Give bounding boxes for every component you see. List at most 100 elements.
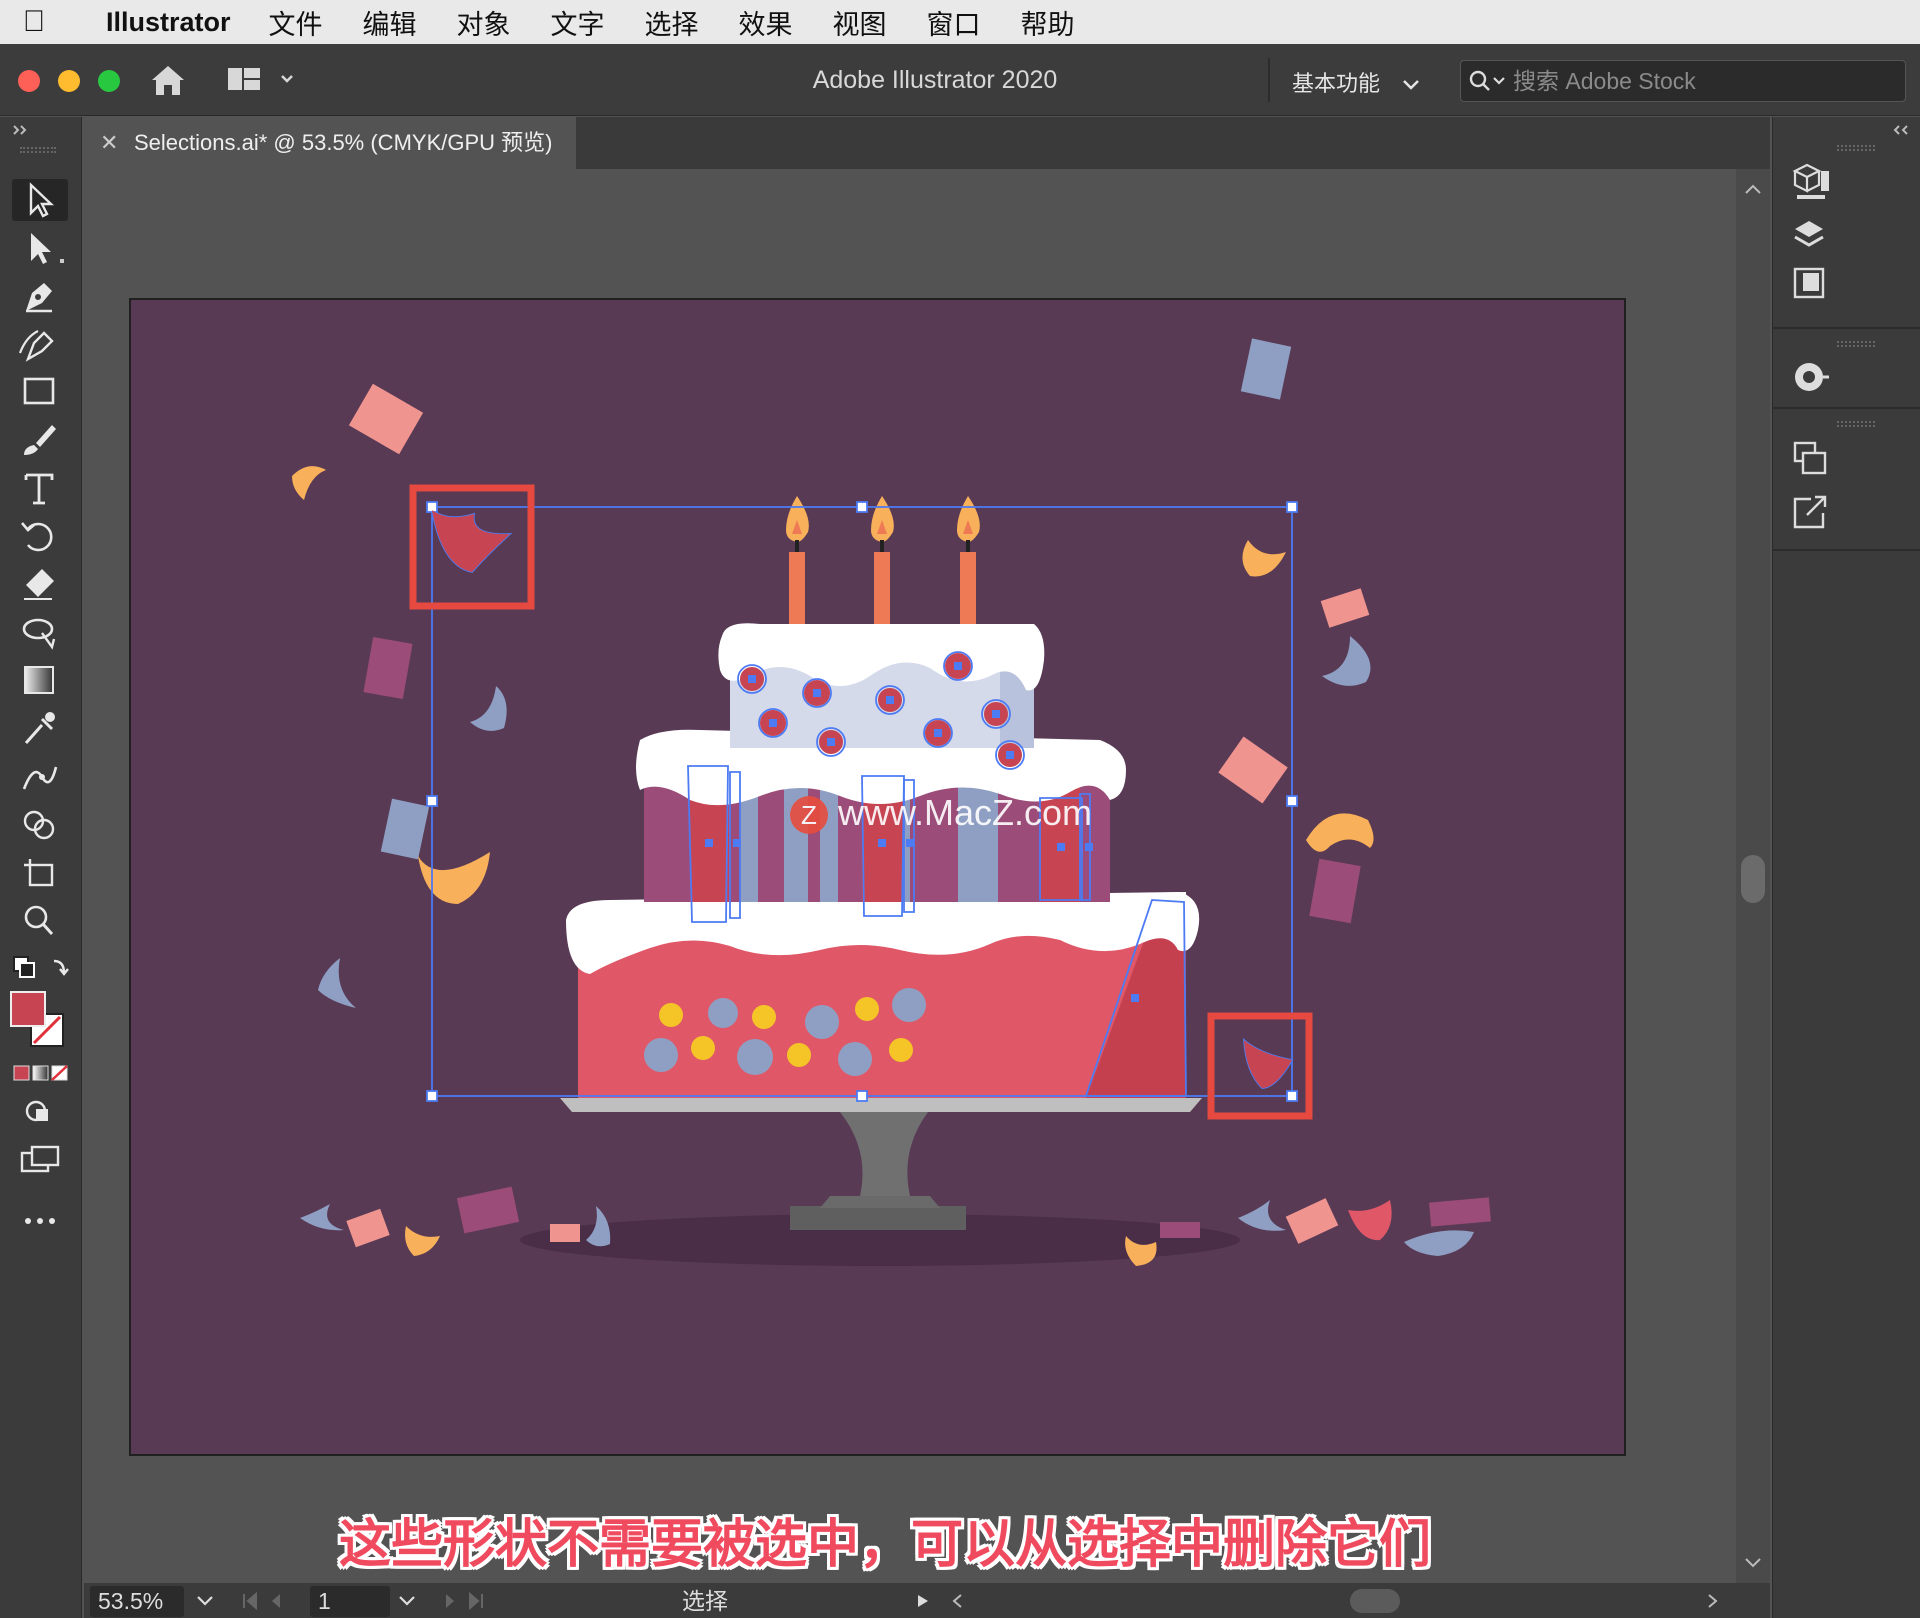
- artboard[interactable]: [129, 298, 1626, 1456]
- panel-grip: [1837, 341, 1875, 347]
- rotate-tool-icon: [21, 522, 53, 552]
- rectangle-tool-icon: [23, 377, 55, 405]
- eyedropper-tool-icon: [24, 712, 55, 744]
- watermark: Zwww.MacZ.com: [790, 792, 1093, 835]
- type-tool[interactable]: [12, 467, 68, 509]
- watermark-text: www.MacZ.com: [838, 792, 1093, 833]
- screen-mode-icon[interactable]: [18, 1143, 62, 1175]
- panel-separator: [1773, 549, 1920, 551]
- eyedropper-tool[interactable]: [12, 707, 68, 749]
- layers-icon[interactable]: [1789, 217, 1833, 253]
- search-placeholder: 搜索 Adobe Stock: [1513, 68, 1696, 94]
- artboard-tool[interactable]: [12, 851, 68, 893]
- vertical-scroll-thumb[interactable]: [1741, 855, 1765, 903]
- panel-separator: [1773, 327, 1920, 329]
- next-last-artboard-icon[interactable]: [442, 1592, 506, 1610]
- assets-icon[interactable]: [1789, 265, 1833, 301]
- search-icon: [1469, 70, 1505, 91]
- lasso-tool-icon: [22, 618, 56, 650]
- menu-help[interactable]: 帮助: [1021, 3, 1075, 42]
- panel-grip: [1837, 421, 1875, 427]
- gradient-tool-icon: [24, 666, 54, 694]
- puppet-warp-tool[interactable]: [12, 755, 68, 797]
- libraries-icon[interactable]: [1789, 163, 1833, 203]
- panel-grip: [1837, 145, 1875, 151]
- status-tool-label[interactable]: 选择: [682, 1586, 728, 1617]
- direct-selection-tool-icon: [31, 233, 64, 264]
- transform-icon[interactable]: [1789, 439, 1833, 479]
- selection-tool[interactable]: [12, 179, 68, 221]
- status-bar: 53.5% 1 选择: [84, 1583, 1770, 1618]
- paintbrush-tool-icon: [24, 425, 56, 455]
- curvature-tool-icon: [18, 330, 54, 362]
- shape-builder-tool[interactable]: [12, 803, 68, 845]
- titlebar-divider: [1268, 58, 1270, 102]
- curvature-tool[interactable]: [12, 323, 68, 365]
- canvas-area[interactable]: [84, 169, 1736, 1583]
- apple-menu-icon[interactable]: : [0, 5, 68, 39]
- swap-fill-stroke-icon[interactable]: [10, 953, 72, 985]
- expand-panels-icon[interactable]: [1889, 123, 1915, 137]
- draw-mode-icon[interactable]: [20, 1097, 60, 1125]
- rotate-tool[interactable]: [12, 515, 68, 557]
- puppet-warp-tool-icon: [22, 766, 58, 790]
- menu-window[interactable]: 窗口: [927, 3, 981, 42]
- fill-stroke-swatches[interactable]: [10, 991, 72, 1053]
- zoom-tool-icon: [24, 905, 54, 936]
- paintbrush-tool[interactable]: [12, 419, 68, 461]
- document-tab[interactable]: ✕ Selections.ai* @ 53.5% (CMYK/GPU 预览): [84, 117, 576, 169]
- export-icon[interactable]: [1789, 493, 1833, 533]
- lasso-tool[interactable]: [12, 611, 68, 653]
- app-titlebar: Adobe Illustrator 2020 基本功能 搜索 Adobe Sto…: [0, 44, 1920, 116]
- workspace-switcher[interactable]: 基本功能: [1292, 66, 1420, 98]
- selection-tool-icon: [29, 182, 55, 218]
- menu-object[interactable]: 对象: [457, 3, 511, 42]
- eraser-tool[interactable]: [12, 563, 68, 605]
- scroll-left-icon[interactable]: [950, 1593, 964, 1609]
- zoom-level-field[interactable]: 53.5%: [90, 1586, 184, 1617]
- menu-bar:  Illustrator 文件 编辑 对象 文字 选择 效果 视图 窗口 帮助: [0, 0, 1920, 44]
- menu-select[interactable]: 选择: [645, 3, 699, 42]
- chevron-down-icon: [1403, 80, 1420, 90]
- tutorial-caption: 这些形状不需要被选中，可以从选择中删除它们: [338, 1516, 1431, 1574]
- first-prev-artboard-icon[interactable]: [240, 1592, 304, 1610]
- close-tab-icon[interactable]: ✕: [100, 117, 134, 169]
- color-mode-icon[interactable]: [12, 1063, 70, 1083]
- vertical-scrollbar[interactable]: [1736, 169, 1770, 1583]
- fill-swatch[interactable]: [10, 991, 46, 1027]
- pen-tool-icon: [26, 283, 52, 313]
- scroll-up-icon[interactable]: [1744, 183, 1762, 195]
- menu-type[interactable]: 文字: [551, 3, 605, 42]
- zoom-tool[interactable]: [12, 899, 68, 941]
- rectangle-tool[interactable]: [12, 371, 68, 413]
- menu-edit[interactable]: 编辑: [363, 3, 417, 42]
- status-menu-icon[interactable]: [916, 1593, 930, 1609]
- document-tab-label: Selections.ai* @ 53.5% (CMYK/GPU 预览): [134, 130, 553, 155]
- workspace-label: 基本功能: [1292, 71, 1381, 96]
- watermark-logo: Z: [790, 796, 828, 835]
- stock-search-input[interactable]: 搜索 Adobe Stock: [1460, 60, 1906, 102]
- shape-builder-tool-icon: [23, 810, 55, 840]
- artboard-number-field[interactable]: 1: [310, 1586, 390, 1617]
- menu-file[interactable]: 文件: [269, 3, 323, 42]
- tools-panel: [0, 117, 82, 1618]
- menu-app-name[interactable]: Illustrator: [106, 7, 231, 38]
- toolbar-grip: [20, 147, 56, 153]
- pen-tool[interactable]: [12, 275, 68, 317]
- scroll-right-icon[interactable]: [1706, 1593, 1720, 1609]
- artboard-dropdown-icon[interactable]: [398, 1595, 416, 1607]
- menu-effect[interactable]: 效果: [739, 3, 793, 42]
- more-tools-icon[interactable]: [22, 1213, 58, 1229]
- eraser-tool-icon: [24, 569, 54, 600]
- zoom-dropdown-icon[interactable]: [196, 1595, 214, 1607]
- type-tool-icon: [24, 473, 54, 505]
- document-tab-bar: ✕ Selections.ai* @ 53.5% (CMYK/GPU 预览): [84, 117, 1770, 169]
- horizontal-scroll-thumb[interactable]: [1350, 1589, 1400, 1613]
- artboard-tool-icon: [24, 859, 54, 887]
- illustrator-window:  Illustrator 文件 编辑 对象 文字 选择 效果 视图 窗口 帮助…: [0, 0, 1920, 1618]
- gradient-tool[interactable]: [12, 659, 68, 701]
- color-wheel-icon[interactable]: [1789, 355, 1833, 399]
- collapse-panel-icon[interactable]: [10, 123, 40, 137]
- menu-view[interactable]: 视图: [833, 3, 887, 42]
- direct-selection-tool[interactable]: [12, 227, 68, 269]
